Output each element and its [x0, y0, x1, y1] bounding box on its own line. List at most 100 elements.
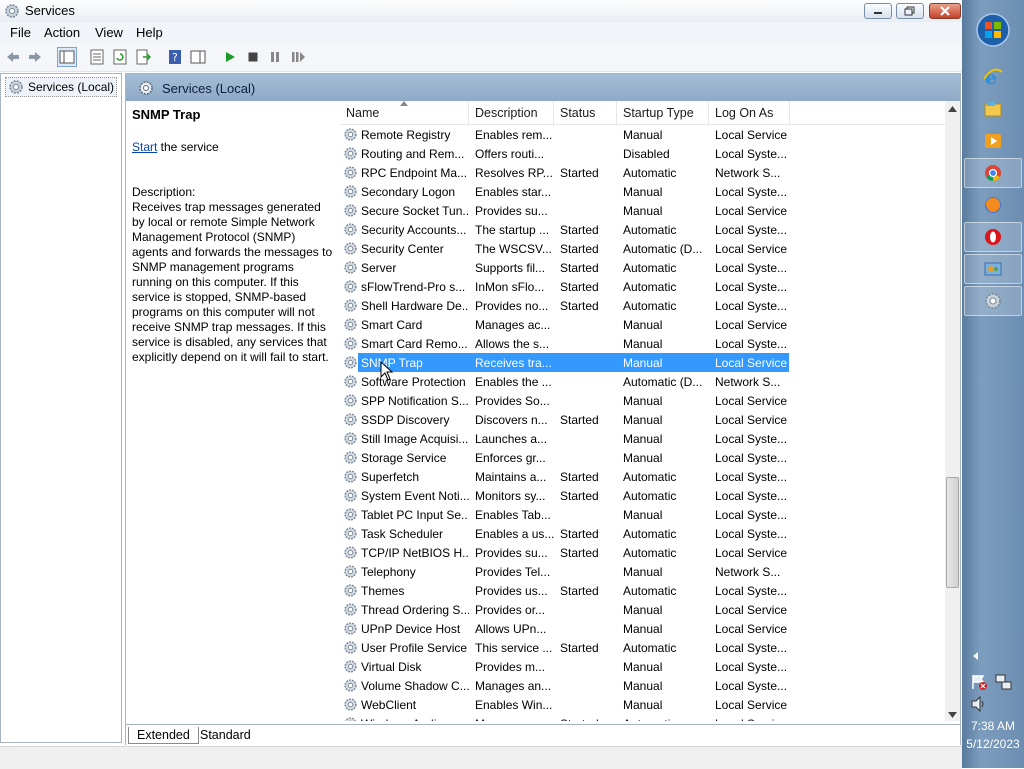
- service-name: Secondary Logon: [361, 185, 456, 199]
- service-gear-icon: [344, 679, 357, 692]
- service-row[interactable]: Software Protection Enables the ... Automa…: [340, 372, 945, 391]
- service-description: Enables Win...: [475, 698, 553, 712]
- service-log-on-as: Local Syste...: [715, 679, 788, 693]
- service-row[interactable]: SSDP Discovery Discovers n... Started Manua…: [340, 410, 945, 429]
- tree-node-services-local[interactable]: Services (Local): [5, 77, 118, 97]
- stop-service-button[interactable]: [243, 47, 263, 67]
- service-row[interactable]: Telephony Provides Tel... Manual Network S.…: [340, 562, 945, 581]
- clock-time[interactable]: 7:38 AM: [962, 719, 1024, 733]
- menu-help[interactable]: Help: [136, 25, 163, 40]
- service-row[interactable]: WebClient Enables Win... Manual Local Servi…: [340, 695, 945, 714]
- restart-service-button[interactable]: [288, 47, 308, 67]
- forward-button[interactable]: [25, 47, 45, 67]
- service-gear-icon: [344, 717, 357, 721]
- taskbar-media-player[interactable]: [964, 126, 1022, 156]
- service-row[interactable]: Shell Hardware De... Provides no... Starte…: [340, 296, 945, 315]
- service-row[interactable]: sFlowTrend-Pro s... InMon sFlo... Started A…: [340, 277, 945, 296]
- service-row[interactable]: Storage Service Enforces gr... Manual Local…: [340, 448, 945, 467]
- show-action-pane-button[interactable]: [188, 47, 208, 67]
- column-header-status[interactable]: Status: [560, 106, 595, 120]
- action-center-flag-icon[interactable]: [970, 673, 988, 691]
- refresh-button[interactable]: [110, 47, 130, 67]
- minimize-icon: [874, 12, 882, 14]
- service-status: Started: [560, 166, 599, 180]
- taskbar-chrome[interactable]: [964, 158, 1022, 188]
- restore-button[interactable]: [896, 3, 924, 19]
- service-row[interactable]: Task Scheduler Enables a us... Started Auto…: [340, 524, 945, 543]
- properties-button[interactable]: [87, 47, 107, 67]
- column-separator[interactable]: [708, 101, 709, 124]
- toolbar: ?: [0, 43, 962, 72]
- column-separator[interactable]: [553, 101, 554, 124]
- service-row[interactable]: Secure Socket Tun... Provides su... Manual…: [340, 201, 945, 220]
- service-row[interactable]: System Event Noti... Monitors sy... Starte…: [340, 486, 945, 505]
- tab-standard[interactable]: Standard: [192, 727, 259, 743]
- column-separator[interactable]: [789, 101, 790, 124]
- volume-icon[interactable]: [970, 696, 988, 712]
- service-row[interactable]: Thread Ordering S... Provides or... Manual…: [340, 600, 945, 619]
- service-log-on-as: Local Syste...: [715, 508, 788, 522]
- service-startup-type: Manual: [623, 185, 663, 199]
- service-row[interactable]: Secondary Logon Enables star... Manual Loca…: [340, 182, 945, 201]
- title-bar[interactable]: Services: [0, 0, 962, 23]
- service-row[interactable]: Server Supports fil... Started Automatic Loc…: [340, 258, 945, 277]
- service-row[interactable]: Smart Card Manages ac... Manual Local Servi…: [340, 315, 945, 334]
- service-row[interactable]: Routing and Rem... Offers routi... Disable…: [340, 144, 945, 163]
- service-startup-type: Manual: [623, 394, 663, 408]
- service-row[interactable]: SNMP Trap Receives tra... Manual Local Serv…: [340, 353, 945, 372]
- menu-view[interactable]: View: [95, 25, 123, 40]
- service-row[interactable]: UPnP Device Host Allows UPn... Manual Local…: [340, 619, 945, 638]
- show-hide-console-tree-button[interactable]: [57, 47, 77, 67]
- scroll-down-arrow-icon[interactable]: [948, 712, 957, 718]
- services-list[interactable]: Name Description Status Startup Type Log…: [340, 101, 945, 721]
- network-icon[interactable]: [994, 673, 1012, 691]
- menu-action[interactable]: Action: [44, 25, 80, 40]
- start-service-button[interactable]: [220, 47, 240, 67]
- taskbar-services[interactable]: [964, 286, 1022, 316]
- service-row[interactable]: Still Image Acquisi... Launches a... Manua…: [340, 429, 945, 448]
- service-row[interactable]: Superfetch Maintains a... Started Automatic…: [340, 467, 945, 486]
- help-button[interactable]: ?: [165, 47, 185, 67]
- taskbar-internet-explorer[interactable]: e: [964, 62, 1022, 92]
- close-button[interactable]: [929, 3, 961, 19]
- taskbar-control-panel[interactable]: [964, 254, 1022, 284]
- taskbar-firefox[interactable]: [964, 190, 1022, 220]
- service-row[interactable]: Remote Registry Enables rem... Manual Local…: [340, 125, 945, 144]
- service-row[interactable]: TCP/IP NetBIOS H... Provides su... Started…: [340, 543, 945, 562]
- clock-date[interactable]: 5/12/2023: [962, 737, 1024, 751]
- pause-service-button[interactable]: [265, 47, 285, 67]
- service-row[interactable]: User Profile Service This service ... Star…: [340, 638, 945, 657]
- column-separator[interactable]: [616, 101, 617, 124]
- taskbar-opera[interactable]: [964, 222, 1022, 252]
- show-hidden-icons-icon[interactable]: [972, 652, 980, 660]
- minimize-button[interactable]: [864, 3, 892, 19]
- service-row[interactable]: Virtual Disk Provides m... Manual Local Sys…: [340, 657, 945, 676]
- column-header-log-on-as[interactable]: Log On As: [715, 106, 773, 120]
- menu-file[interactable]: File: [10, 25, 31, 40]
- scrollbar-thumb[interactable]: [946, 477, 959, 588]
- vertical-scrollbar[interactable]: [945, 101, 960, 721]
- service-row[interactable]: Security Accounts... The startup ... Start…: [340, 220, 945, 239]
- start-button[interactable]: [964, 12, 1022, 48]
- service-name: Tablet PC Input Se...: [361, 508, 469, 522]
- column-header-startup-type[interactable]: Startup Type: [623, 106, 694, 120]
- column-separator[interactable]: [468, 101, 469, 124]
- service-row[interactable]: RPC Endpoint Ma... Resolves RP... Started A…: [340, 163, 945, 182]
- service-row[interactable]: Security Center The WSCSV... Started Automa…: [340, 239, 945, 258]
- service-row[interactable]: Windows Audio Manages au... Started Automat…: [340, 714, 945, 721]
- back-button[interactable]: [3, 47, 23, 67]
- scroll-up-arrow-icon[interactable]: [948, 106, 957, 112]
- column-header-description[interactable]: Description: [475, 106, 538, 120]
- taskbar-windows-explorer[interactable]: [964, 94, 1022, 124]
- service-description: Enables a us...: [475, 527, 555, 541]
- service-row[interactable]: Themes Provides us... Started Automatic Loca…: [340, 581, 945, 600]
- service-row[interactable]: Tablet PC Input Se... Enables Tab... Manua…: [340, 505, 945, 524]
- tab-extended[interactable]: Extended: [128, 727, 199, 744]
- service-row[interactable]: Smart Card Remo... Allows the s... Manual L…: [340, 334, 945, 353]
- service-row[interactable]: Volume Shadow C... Manages an... Manual Loc…: [340, 676, 945, 695]
- status-bar: [0, 746, 962, 769]
- service-row[interactable]: SPP Notification S... Provides So... Manua…: [340, 391, 945, 410]
- export-list-button[interactable]: [133, 47, 153, 67]
- column-header-name[interactable]: Name: [346, 106, 379, 120]
- start-service-link[interactable]: Start: [132, 140, 157, 154]
